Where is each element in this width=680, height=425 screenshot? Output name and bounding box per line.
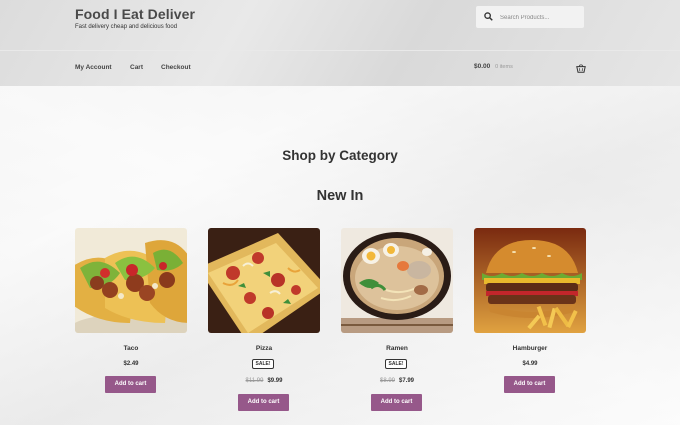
header-divider [0,50,680,51]
current-price: $4.99 [522,361,538,367]
sale-badge: SALE! [252,359,274,369]
search-icon[interactable] [484,12,493,21]
sale-badge: SALE! [385,359,407,369]
nav-cart[interactable]: Cart [130,64,143,71]
hamburger-image[interactable] [474,228,586,333]
current-price: $2.49 [123,361,139,367]
product-name[interactable]: Pizza [208,345,320,352]
shop-by-category-heading: Shop by Category [282,148,398,163]
product-price: $11.99 $9.99 [208,378,320,384]
original-price: $11.99 [245,378,264,384]
add-to-cart-button[interactable]: Add to cart [504,376,555,393]
original-price: $8.99 [379,378,395,384]
search-input[interactable] [498,10,582,26]
product-price: $8.99 $7.99 [341,378,453,384]
site-header: Food I Eat Deliver Fast delivery cheap a… [0,0,680,86]
header-cart-link[interactable]: $0.00 0 items [474,63,513,70]
cart-count: 0 items [495,64,513,70]
product-price: $2.49 [75,361,187,367]
product-card-pizza: Pizza SALE! $11.99 $9.99 Add to cart [208,228,320,418]
add-to-cart-button[interactable]: Add to cart [371,394,422,411]
nav-my-account[interactable]: My Account [75,64,112,71]
pizza-image[interactable] [208,228,320,333]
new-in-heading: New In [316,188,364,204]
product-name[interactable]: Taco [75,345,187,352]
current-price: $9.99 [267,378,283,384]
product-search [476,6,584,28]
site-title[interactable]: Food I Eat Deliver [75,6,195,22]
current-price: $7.99 [399,378,415,384]
site-tagline: Fast delivery cheap and delicious food [75,24,178,30]
product-card-hamburger: Hamburger $4.99 Add to cart [474,228,586,398]
basket-icon[interactable] [576,64,586,73]
product-price: $4.99 [474,361,586,367]
ramen-image[interactable] [341,228,453,333]
nav-checkout[interactable]: Checkout [161,64,191,71]
product-name[interactable]: Ramen [341,345,453,352]
product-card-taco: Taco $2.49 Add to cart [75,228,187,398]
add-to-cart-button[interactable]: Add to cart [238,394,289,411]
taco-image[interactable] [75,228,187,333]
product-name[interactable]: Hamburger [474,345,586,352]
product-card-ramen: Ramen SALE! $8.99 $7.99 Add to cart [341,228,453,418]
cart-total: $0.00 [474,63,491,70]
add-to-cart-button[interactable]: Add to cart [105,376,156,393]
